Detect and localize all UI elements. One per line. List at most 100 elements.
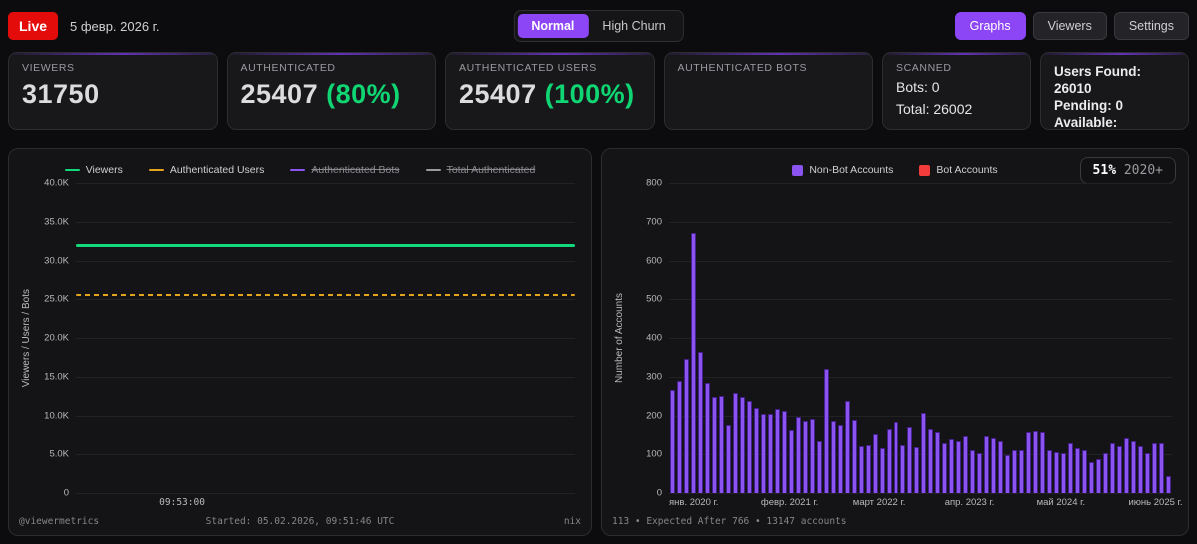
- account-month-bar[interactable]: [1005, 455, 1011, 493]
- legend-item-total-authenticated[interactable]: Total Authenticated: [425, 164, 535, 176]
- account-month-bar[interactable]: [781, 410, 787, 493]
- account-month-bar[interactable]: [1123, 437, 1129, 493]
- account-month-bar[interactable]: [1103, 453, 1109, 493]
- account-month-bar[interactable]: [760, 413, 766, 493]
- account-month-bar[interactable]: [1151, 442, 1157, 493]
- account-month-bar[interactable]: [1040, 432, 1046, 493]
- account-month-bar[interactable]: [893, 421, 899, 493]
- account-month-bar[interactable]: [830, 421, 836, 493]
- series-line-authenticated-users[interactable]: [76, 293, 575, 297]
- account-month-bar[interactable]: [865, 444, 871, 493]
- account-month-bar[interactable]: [823, 369, 829, 493]
- account-month-bar[interactable]: [914, 446, 920, 493]
- line-chart-yaxis: 40.0K 35.0K 30.0K 25.0K 20.0K 15.0K 10.0K 5.0K 0: [34, 178, 76, 499]
- y-tick-label: 40.0K: [44, 177, 69, 189]
- account-month-bar[interactable]: [977, 453, 983, 493]
- account-month-bar[interactable]: [886, 428, 892, 493]
- account-month-bar[interactable]: [991, 437, 997, 493]
- account-month-bar[interactable]: [921, 413, 927, 493]
- x-tick-label: март 2022 г.: [852, 497, 906, 508]
- account-month-bar[interactable]: [1047, 449, 1053, 493]
- account-month-bar[interactable]: [697, 351, 703, 493]
- account-month-bar[interactable]: [1068, 442, 1074, 493]
- account-month-bar[interactable]: [1096, 458, 1102, 493]
- account-month-bar[interactable]: [732, 393, 738, 493]
- account-month-bar[interactable]: [998, 441, 1004, 493]
- account-month-bar[interactable]: [963, 435, 969, 493]
- account-month-bar[interactable]: [900, 444, 906, 493]
- bar-chart-plot[interactable]: [669, 183, 1172, 494]
- account-month-bar[interactable]: [670, 390, 675, 493]
- account-month-bar[interactable]: [872, 434, 878, 493]
- account-month-bar[interactable]: [1117, 446, 1122, 493]
- account-month-bar[interactable]: [704, 382, 710, 493]
- account-month-bar[interactable]: [1019, 449, 1025, 493]
- series-line-viewers[interactable]: [76, 243, 575, 247]
- account-month-bar[interactable]: [1033, 430, 1039, 493]
- y-tick-label: 0: [656, 487, 662, 499]
- legend-item-authenticated-bots[interactable]: Authenticated Bots: [290, 164, 400, 176]
- account-month-bar[interactable]: [746, 401, 752, 493]
- account-month-bar[interactable]: [718, 396, 724, 493]
- settings-button[interactable]: Settings: [1113, 12, 1189, 40]
- authenticated-users-card: AUTHENTICATED USERS 25407 (100%): [445, 52, 655, 130]
- account-month-bar[interactable]: [767, 414, 773, 493]
- account-month-bar[interactable]: [928, 429, 934, 493]
- account-month-bar[interactable]: [984, 435, 990, 493]
- account-month-bar[interactable]: [1061, 453, 1067, 493]
- account-month-bar[interactable]: [879, 448, 885, 493]
- account-month-bar[interactable]: [690, 233, 696, 493]
- account-month-bar[interactable]: [1165, 475, 1171, 493]
- account-month-bar[interactable]: [844, 400, 850, 493]
- account-month-bar[interactable]: [1089, 462, 1095, 493]
- legend-item-bot-accounts[interactable]: Bot Accounts: [919, 164, 998, 176]
- y-tick-label: 10.0K: [44, 410, 69, 421]
- account-month-bar[interactable]: [802, 421, 808, 493]
- account-month-bar[interactable]: [1054, 451, 1060, 493]
- account-month-bar[interactable]: [1144, 453, 1150, 493]
- account-month-bar[interactable]: [858, 446, 864, 493]
- line-chart-plot[interactable]: [76, 183, 575, 494]
- account-month-bar[interactable]: [725, 425, 731, 493]
- x-tick-label: апр. 2023 г.: [944, 497, 995, 508]
- account-month-bar[interactable]: [1110, 442, 1115, 493]
- account-month-bar[interactable]: [1130, 441, 1136, 493]
- mode-option-high-churn[interactable]: High Churn: [588, 14, 679, 38]
- account-month-bar[interactable]: [1158, 442, 1164, 493]
- card-label: AUTHENTICATED: [240, 62, 336, 74]
- account-month-bar[interactable]: [837, 425, 843, 493]
- account-month-bar[interactable]: [683, 359, 689, 493]
- legend-item-authenticated-users[interactable]: Authenticated Users: [148, 164, 264, 176]
- graphs-button[interactable]: Graphs: [954, 12, 1026, 40]
- account-month-bar[interactable]: [851, 420, 857, 493]
- account-month-bar[interactable]: [1075, 448, 1081, 493]
- host-label: nix: [563, 516, 581, 527]
- account-month-bar[interactable]: [774, 408, 780, 493]
- account-month-bar[interactable]: [935, 432, 941, 493]
- account-month-bar[interactable]: [970, 449, 976, 493]
- account-month-bar[interactable]: [1137, 446, 1143, 493]
- account-month-bar[interactable]: [956, 441, 962, 493]
- account-month-bar[interactable]: [711, 396, 717, 493]
- account-month-bar[interactable]: [816, 440, 822, 493]
- account-month-bar[interactable]: [949, 439, 955, 493]
- account-month-bar[interactable]: [1082, 449, 1088, 493]
- viewers-button[interactable]: Viewers: [1032, 12, 1107, 40]
- account-month-bar[interactable]: [942, 442, 948, 493]
- y-tick-label: 400: [646, 332, 662, 344]
- account-month-bar[interactable]: [739, 396, 745, 493]
- viewers-line-chart-panel: Viewers Authenticated Users Authenticated …: [8, 148, 592, 536]
- card-label: AUTHENTICATED USERS: [459, 62, 597, 74]
- legend-item-non-bot-accounts[interactable]: Non-Bot Accounts: [792, 164, 893, 176]
- account-month-bar[interactable]: [1012, 449, 1018, 493]
- account-month-bar[interactable]: [809, 419, 815, 493]
- mode-option-normal[interactable]: Normal: [517, 14, 589, 38]
- legend-item-viewers[interactable]: Viewers: [64, 164, 123, 176]
- account-month-bar[interactable]: [907, 427, 913, 493]
- account-month-bar[interactable]: [788, 430, 794, 493]
- account-month-bar[interactable]: [795, 417, 801, 493]
- account-month-bar[interactable]: [753, 407, 759, 493]
- dashboard: Live 5 февр. 2026 г. Normal High Churn G…: [0, 0, 1197, 544]
- account-month-bar[interactable]: [676, 380, 682, 493]
- account-month-bar[interactable]: [1026, 432, 1032, 493]
